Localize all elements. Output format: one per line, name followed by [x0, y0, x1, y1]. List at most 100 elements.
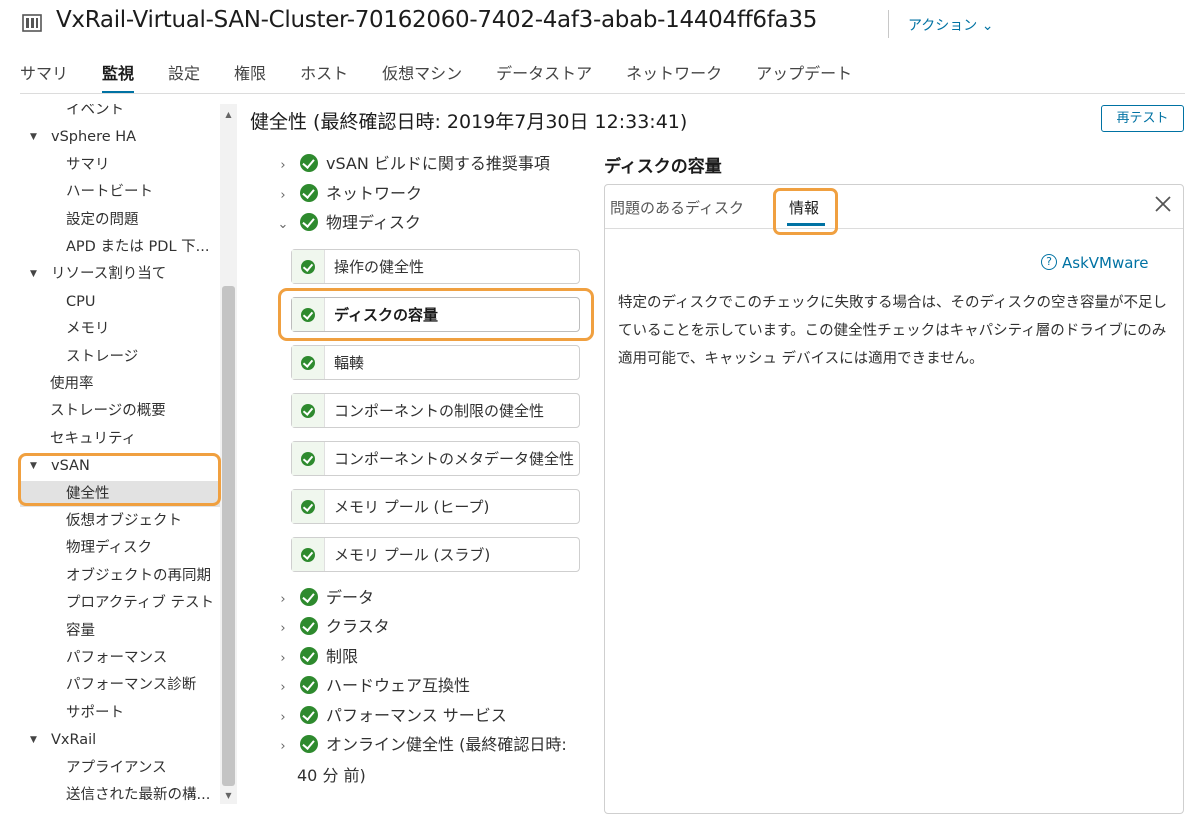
nav-item-label: プロアクティブ テスト: [66, 595, 215, 612]
tab-8[interactable]: アップデート: [756, 58, 852, 94]
nav-item-label: アプライアンス: [66, 759, 167, 776]
health-group-row[interactable]: › 制限: [276, 644, 358, 670]
nav-item-label: vSphere HA: [51, 129, 137, 146]
health-check-label: コンポーネントの制限の健全性: [334, 402, 545, 420]
health-check-item[interactable]: 操作の健全性: [291, 249, 580, 284]
health-check-label: メモリ プール (スラブ): [334, 546, 491, 564]
scroll-up-icon[interactable]: ▲: [223, 110, 234, 119]
nav-item-23[interactable]: ▼ VxRail: [20, 727, 220, 753]
health-group-label: ネットワーク: [326, 183, 423, 203]
nav-item-13[interactable]: ▼ vSAN: [20, 453, 220, 479]
nav-item-label: リソース割り当て: [51, 266, 167, 283]
check-circle-icon: [300, 154, 318, 172]
health-check-item[interactable]: メモリ プール (ヒープ): [291, 489, 580, 524]
health-check-item[interactable]: 輻輳: [291, 345, 580, 380]
tab-0[interactable]: サマリ: [20, 58, 68, 94]
caret-down-icon[interactable]: ▼: [30, 124, 42, 150]
nav-item-14[interactable]: 健全性: [20, 480, 220, 507]
caret-down-icon[interactable]: ▼: [30, 453, 42, 479]
nav-item-18[interactable]: プロアクティブ テスト: [20, 590, 220, 616]
tab-6[interactable]: データストア: [496, 58, 592, 94]
status-cell: [292, 538, 325, 571]
health-group-row[interactable]: › ネットワーク: [276, 181, 422, 207]
health-check-item[interactable]: メモリ プール (スラブ): [291, 537, 580, 572]
chevron-right-icon[interactable]: ›: [276, 705, 290, 731]
health-group-label: クラスタ: [326, 617, 390, 637]
retest-button[interactable]: 再テスト: [1101, 105, 1184, 132]
tab-problem-disks[interactable]: 問題のあるディスク: [610, 197, 744, 218]
detail-heading: ディスクの容量: [604, 157, 722, 177]
health-group-row[interactable]: › クラスタ: [276, 614, 390, 640]
tab-7[interactable]: ネットワーク: [626, 58, 722, 94]
nav-item-label: 使用率: [50, 376, 94, 392]
chevron-down-icon[interactable]: ⌄: [276, 212, 290, 238]
check-circle-icon: [301, 452, 315, 466]
nav-item-9[interactable]: ストレージ: [20, 344, 220, 370]
detail-panel: 問題のあるディスク 情報 ? AskVMware 特定のディスクでこのチェックに失…: [604, 184, 1184, 814]
nav-item-11[interactable]: ストレージの概要: [20, 398, 220, 424]
check-circle-icon: [301, 260, 315, 274]
caret-down-icon[interactable]: ▼: [30, 261, 42, 287]
nav-item-label: サポート: [66, 704, 124, 721]
nav-item-6[interactable]: ▼ リソース割り当て: [20, 261, 220, 287]
chevron-right-icon[interactable]: ›: [276, 734, 290, 760]
nav-item-label: セキュリティ: [50, 430, 137, 447]
chevron-right-icon[interactable]: ›: [276, 646, 290, 672]
nav-item-22[interactable]: サポート: [20, 700, 220, 726]
health-group-row[interactable]: › vSAN ビルドに関する推奨事項: [276, 151, 550, 177]
health-check-item[interactable]: ディスクの容量: [291, 297, 580, 332]
nav-item-24[interactable]: アプライアンス: [20, 755, 220, 781]
health-group-row[interactable]: › パフォーマンス サービス: [276, 703, 507, 729]
health-title: 健全性 (最終確認日時: 2019年7月30日 12:33:41): [250, 111, 688, 133]
nav-item-17[interactable]: オブジェクトの再同期: [20, 563, 220, 589]
health-check-item[interactable]: コンポーネントの制限の健全性: [291, 393, 580, 428]
caret-down-icon[interactable]: ▼: [30, 727, 42, 753]
health-group-row[interactable]: › オンライン健全性 (最終確認日時:: [276, 732, 567, 758]
nav-item-10[interactable]: 使用率: [20, 371, 220, 397]
askvmware-link[interactable]: ? AskVMware: [1041, 254, 1149, 272]
nav-item-12[interactable]: セキュリティ: [20, 426, 220, 452]
status-cell: [292, 298, 325, 331]
nav-item-8[interactable]: メモリ: [20, 316, 220, 342]
health-group-row[interactable]: › ハードウェア互換性: [276, 673, 470, 699]
scroll-thumb[interactable]: [222, 286, 235, 786]
nav-scrollbar[interactable]: ▲ ▼: [220, 104, 237, 804]
nav-item-1[interactable]: ▼ vSphere HA: [20, 124, 220, 150]
health-group-row[interactable]: › データ: [276, 585, 374, 611]
nav-item-0[interactable]: イベント: [20, 104, 220, 123]
chevron-right-icon[interactable]: ›: [276, 675, 290, 701]
check-circle-icon: [301, 308, 315, 322]
nav-item-25[interactable]: 送信された最新の構...: [20, 782, 220, 804]
nav-item-4[interactable]: 設定の問題: [20, 207, 220, 233]
nav-item-label: VxRail: [51, 732, 97, 749]
check-circle-icon: [300, 617, 318, 636]
nav-item-3[interactable]: ハートビート: [20, 179, 220, 205]
nav-item-19[interactable]: 容量: [20, 618, 220, 644]
actions-menu[interactable]: アクション ⌄: [908, 15, 993, 35]
tab-4[interactable]: ホスト: [300, 58, 348, 94]
chevron-right-icon[interactable]: ›: [276, 183, 290, 209]
health-group-label: オンライン健全性 (最終確認日時:: [326, 735, 567, 754]
tab-3[interactable]: 権限: [234, 58, 266, 94]
tab-5[interactable]: 仮想マシン: [382, 58, 462, 94]
nav-item-16[interactable]: 物理ディスク: [20, 535, 220, 561]
nav-item-20[interactable]: パフォーマンス: [20, 645, 220, 671]
check-circle-icon: [300, 588, 318, 606]
chevron-right-icon[interactable]: ›: [276, 153, 290, 179]
health-check-item[interactable]: コンポーネントのメタデータ健全性: [291, 441, 580, 476]
close-icon[interactable]: [1152, 193, 1174, 215]
tab-2[interactable]: 設定: [168, 58, 200, 94]
chevron-right-icon[interactable]: ›: [276, 616, 290, 642]
nav-item-2[interactable]: サマリ: [20, 152, 220, 178]
nav-item-label: 仮想オブジェクト: [66, 513, 182, 529]
health-group-row[interactable]: ⌄ 物理ディスク: [276, 210, 421, 236]
scroll-down-icon[interactable]: ▼: [223, 791, 234, 800]
tab-info[interactable]: 情報: [789, 197, 819, 218]
chevron-right-icon[interactable]: ›: [276, 587, 290, 613]
health-check-label: 操作の健全性: [334, 258, 425, 276]
nav-item-15[interactable]: 仮想オブジェクト: [20, 508, 220, 534]
nav-item-21[interactable]: パフォーマンス診断: [20, 672, 220, 698]
tab-1[interactable]: 監視: [102, 58, 135, 94]
nav-item-7[interactable]: CPU: [20, 289, 220, 315]
nav-item-5[interactable]: APD または PDL 下...: [20, 234, 220, 260]
